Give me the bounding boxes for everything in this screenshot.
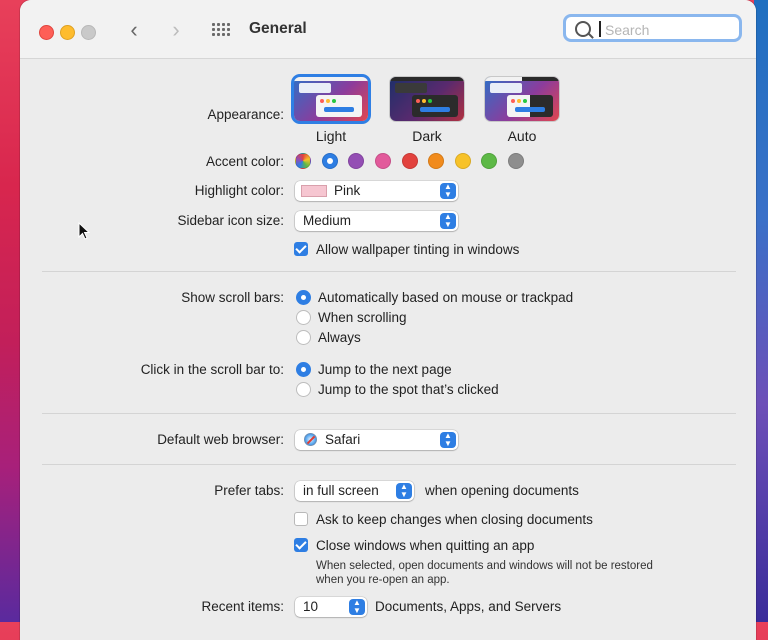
scroll-bars-when-scrolling-radio[interactable]: [296, 310, 311, 325]
divider: [42, 464, 736, 465]
popup-stepper-icon: ▲ ▼: [396, 483, 412, 499]
recent-items-suffix: Documents, Apps, and Servers: [375, 599, 562, 614]
scroll-bars-always-radio[interactable]: [296, 330, 311, 345]
accent-multicolor-swatch[interactable]: [295, 153, 311, 169]
highlight-swatch: [301, 185, 327, 197]
accent-color-label: Accent color:: [205, 154, 284, 169]
search-icon: [575, 21, 591, 37]
divider: [42, 413, 736, 414]
scroll-click-next-page-label: Jump to the next page: [318, 362, 452, 377]
safari-icon: [304, 433, 317, 446]
appearance-dark-label: Dark: [412, 128, 442, 144]
accent-red-swatch[interactable]: [402, 153, 418, 169]
scroll-click-spot-radio[interactable]: [296, 382, 311, 397]
popup-stepper-icon: ▲ ▼: [440, 183, 456, 199]
minimize-button[interactable]: [60, 25, 75, 40]
appearance-light-thumbnail[interactable]: [294, 77, 368, 121]
appearance-light-label: Light: [315, 128, 347, 144]
default-browser-popup[interactable]: Safari ▲ ▼: [295, 430, 458, 450]
popup-stepper-icon: ▲ ▼: [440, 432, 456, 448]
accent-green-swatch[interactable]: [481, 153, 497, 169]
accent-yellow-swatch[interactable]: [455, 153, 471, 169]
scroll-click-label: Click in the scroll bar to:: [140, 362, 284, 377]
appearance-auto-thumbnail[interactable]: [485, 77, 559, 121]
appearance-dark-thumbnail[interactable]: [390, 77, 464, 121]
forward-button[interactable]: ›: [164, 16, 188, 44]
divider: [42, 271, 736, 272]
accent-pink-swatch[interactable]: [375, 153, 391, 169]
appearance-auto-label: Auto: [507, 128, 537, 144]
titlebar: ‹ › General: [20, 0, 756, 59]
wallpaper-tinting-label: Allow wallpaper tinting in windows: [316, 242, 520, 257]
accent-graphite-swatch[interactable]: [508, 153, 524, 169]
text-caret: [599, 21, 601, 37]
highlight-color-label: Highlight color:: [194, 183, 284, 198]
mouse-pointer-icon: [78, 222, 90, 240]
scroll-bars-always-label: Always: [318, 330, 361, 345]
prefer-tabs-label: Prefer tabs:: [214, 483, 284, 498]
prefer-tabs-suffix: when opening documents: [425, 483, 579, 498]
back-button[interactable]: ‹: [122, 16, 146, 44]
highlight-color-value: Pink: [334, 183, 361, 198]
close-windows-label: Close windows when quitting an app: [316, 538, 535, 553]
scroll-click-spot-label: Jump to the spot that’s clicked: [318, 382, 499, 397]
sidebar-icon-size-label: Sidebar icon size:: [177, 213, 284, 228]
show-scroll-bars-label: Show scroll bars:: [181, 290, 284, 305]
search-field[interactable]: [563, 14, 742, 42]
appearance-label: Appearance:: [207, 107, 284, 122]
show-all-grid-icon[interactable]: [212, 23, 230, 38]
accent-blue-swatch[interactable]: [322, 153, 338, 169]
sidebar-icon-size-popup[interactable]: Medium ▲ ▼: [295, 211, 458, 231]
accent-orange-swatch[interactable]: [428, 153, 444, 169]
scroll-bars-automatic-label: Automatically based on mouse or trackpad: [318, 290, 574, 305]
ask-keep-changes-checkbox[interactable]: [294, 512, 308, 526]
sidebar-icon-size-value: Medium: [303, 213, 352, 228]
close-windows-note-line1: When selected, open documents and window…: [316, 560, 653, 572]
default-browser-value: Safari: [325, 432, 361, 447]
prefer-tabs-value: in full screen: [303, 483, 379, 498]
scroll-click-next-page-radio[interactable]: [296, 362, 311, 377]
desktop-wallpaper: [754, 0, 768, 622]
default-browser-label: Default web browser:: [157, 432, 284, 447]
search-input[interactable]: [603, 19, 737, 41]
accent-purple-swatch[interactable]: [348, 153, 364, 169]
settings-window: ‹ › General Appearance: L: [20, 0, 756, 640]
recent-items-value: 10: [303, 599, 319, 614]
close-windows-note-line2: when you re-open an app.: [316, 574, 450, 586]
popup-stepper-icon: ▲ ▼: [349, 599, 365, 615]
recent-items-label: Recent items:: [201, 599, 284, 614]
close-button[interactable]: [39, 25, 54, 40]
close-windows-checkbox[interactable]: [294, 538, 308, 552]
ask-keep-changes-label: Ask to keep changes when closing documen…: [316, 512, 593, 527]
zoom-button[interactable]: [81, 25, 96, 40]
recent-items-popup[interactable]: 10 ▲ ▼: [295, 597, 367, 617]
scroll-bars-automatic-radio[interactable]: [296, 290, 311, 305]
prefer-tabs-popup[interactable]: in full screen ▲ ▼: [295, 481, 414, 501]
window-title: General: [249, 20, 307, 37]
highlight-color-popup[interactable]: Pink ▲ ▼: [295, 181, 458, 201]
popup-stepper-icon: ▲ ▼: [440, 213, 456, 229]
wallpaper-tinting-checkbox[interactable]: [294, 242, 308, 256]
scroll-bars-when-scrolling-label: When scrolling: [318, 310, 407, 325]
